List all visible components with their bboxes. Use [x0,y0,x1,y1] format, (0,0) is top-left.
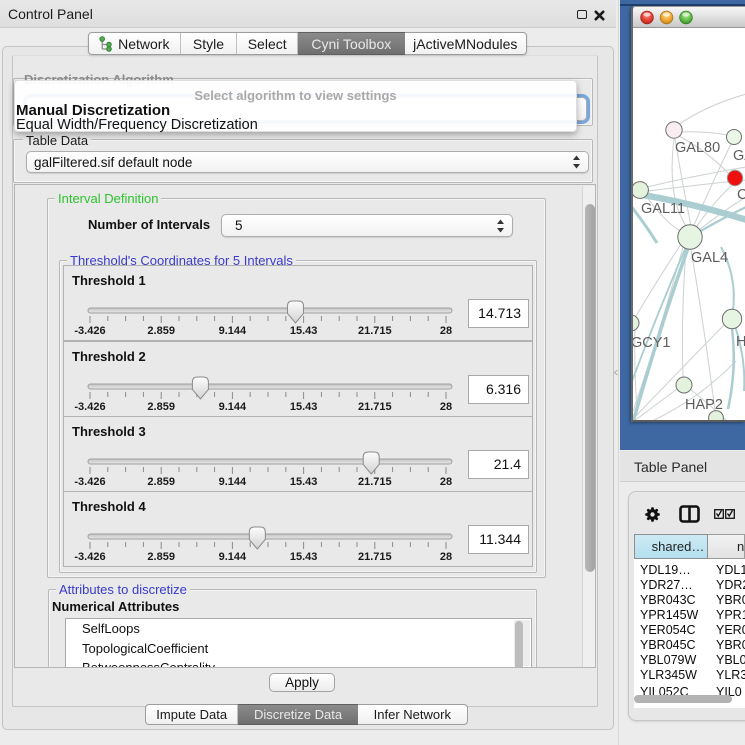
svg-text:2.859: 2.859 [147,551,175,563]
svg-text:28: 28 [440,476,452,488]
svg-text:21.715: 21.715 [358,401,392,413]
svg-text:9.144: 9.144 [219,401,247,413]
svg-text:28: 28 [440,551,452,563]
svg-text:GCY1: GCY1 [633,335,671,351]
svg-text:15.43: 15.43 [290,551,318,563]
svg-text:9.144: 9.144 [219,551,247,563]
svg-text:15.43: 15.43 [290,325,318,337]
svg-text:21.715: 21.715 [358,551,392,563]
svg-text:HAP2: HAP2 [685,397,723,413]
svg-text:2.859: 2.859 [147,476,175,488]
svg-text:9.144: 9.144 [219,476,247,488]
svg-text:9.144: 9.144 [219,325,247,337]
svg-text:HIS: HIS [736,334,745,350]
svg-text:GAL80: GAL80 [675,140,720,156]
svg-text:21.715: 21.715 [358,325,392,337]
svg-text:2.859: 2.859 [147,401,175,413]
svg-text:-3.426: -3.426 [74,551,105,563]
svg-text:28: 28 [440,401,452,413]
svg-text:21.715: 21.715 [358,476,392,488]
svg-text:-3.426: -3.426 [74,325,105,337]
svg-text:CD: CD [737,187,745,203]
svg-text:2.859: 2.859 [147,325,175,337]
svg-text:-3.426: -3.426 [74,476,105,488]
svg-text:GAL11: GAL11 [641,201,685,217]
svg-text:GAL4: GAL4 [691,250,728,266]
svg-text:28: 28 [440,325,452,337]
svg-text:GAL7: GAL7 [733,148,745,164]
svg-text:15.43: 15.43 [290,401,318,413]
svg-text:-3.426: -3.426 [74,401,105,413]
svg-text:15.43: 15.43 [290,476,318,488]
